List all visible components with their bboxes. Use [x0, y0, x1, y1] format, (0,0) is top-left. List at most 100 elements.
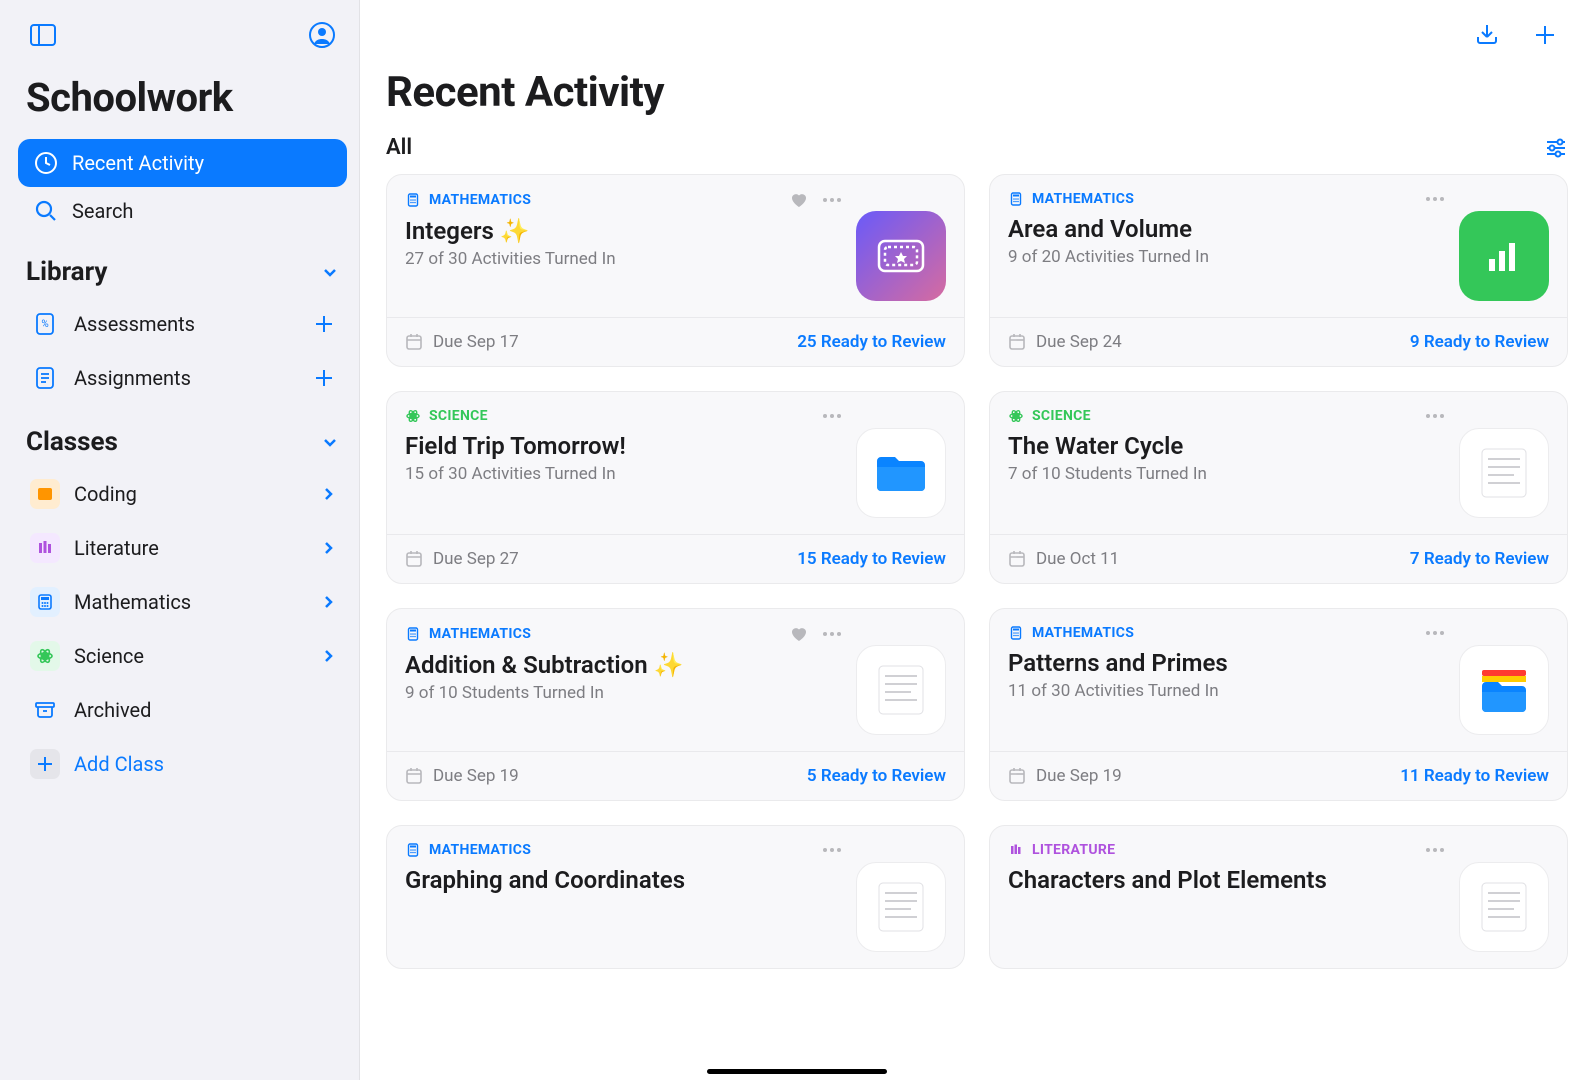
toggle-sidebar-icon[interactable] [26, 18, 60, 52]
card-body: MATHEMATICS Graphing and Coordinates [387, 826, 964, 968]
ready-to-review-link[interactable]: 25 Ready to Review [797, 332, 946, 352]
activity-card[interactable]: MATHEMATICS Patterns and Primes 11 of 30… [989, 608, 1568, 801]
ready-to-review-link[interactable]: 7 Ready to Review [1410, 549, 1549, 569]
card-subtitle: 7 of 10 Students Turned In [1008, 464, 1445, 484]
activity-card[interactable]: SCIENCE The Water Cycle 7 of 10 Students… [989, 391, 1568, 584]
nav-label: Recent Activity [72, 151, 204, 175]
due-date: Due Oct 11 [1008, 549, 1119, 569]
classes-section-header[interactable]: Classes [18, 405, 347, 467]
more-icon[interactable] [1425, 847, 1445, 853]
card-subject: MATHEMATICS [405, 625, 842, 643]
favorite-icon[interactable] [790, 191, 808, 209]
literature-icon [30, 533, 60, 563]
card-thumbnail [856, 211, 946, 301]
chevron-right-icon [321, 541, 335, 555]
card-title: Integers ✨ [405, 217, 842, 245]
plus-icon [30, 749, 60, 779]
nav-recent-activity[interactable]: Recent Activity [18, 139, 347, 187]
ready-to-review-link[interactable]: 11 Ready to Review [1400, 766, 1549, 786]
more-icon[interactable] [1425, 196, 1445, 202]
card-thumbnail [1459, 862, 1549, 952]
due-date: Due Sep 19 [405, 766, 519, 786]
library-assignments[interactable]: Assignments [18, 351, 347, 405]
filter-row: All [386, 129, 1568, 174]
due-date: Due Sep 17 [405, 332, 519, 352]
card-thumbnail [1459, 428, 1549, 518]
activity-card[interactable]: SCIENCE Field Trip Tomorrow! 15 of 30 Ac… [386, 391, 965, 584]
card-body: SCIENCE The Water Cycle 7 of 10 Students… [990, 392, 1567, 534]
more-icon[interactable] [1425, 413, 1445, 419]
activity-card[interactable]: MATHEMATICS Addition & Subtraction ✨ 9 o… [386, 608, 965, 801]
calendar-icon [1008, 333, 1026, 351]
calendar-icon [1008, 767, 1026, 785]
due-date: Due Sep 27 [405, 549, 519, 569]
section-title: Classes [26, 427, 118, 457]
card-title: Patterns and Primes [1008, 649, 1445, 677]
page-title: Recent Activity [386, 60, 1568, 129]
add-assessment-icon[interactable] [313, 313, 335, 335]
card-title: Graphing and Coordinates [405, 866, 842, 894]
card-title: Area and Volume [1008, 215, 1445, 243]
main-toolbar [386, 18, 1568, 60]
activity-card[interactable]: MATHEMATICS Graphing and Coordinates [386, 825, 965, 969]
favorite-icon[interactable] [790, 625, 808, 643]
ready-to-review-link[interactable]: 5 Ready to Review [807, 766, 946, 786]
clock-icon [34, 152, 58, 174]
card-subject: LITERATURE [1008, 842, 1445, 858]
ready-to-review-link[interactable]: 15 Ready to Review [797, 549, 946, 569]
card-footer: Due Sep 19 11 Ready to Review [990, 751, 1567, 800]
class-mathematics[interactable]: Mathematics [18, 575, 347, 629]
sidebar: Schoolwork Recent Activity Search Librar… [0, 0, 360, 1080]
card-subject: MATHEMATICS [405, 842, 842, 858]
card-subject: MATHEMATICS [1008, 191, 1445, 207]
more-icon[interactable] [822, 413, 842, 419]
activity-card[interactable]: MATHEMATICS Area and Volume 9 of 20 Acti… [989, 174, 1568, 367]
card-subject: SCIENCE [405, 408, 842, 424]
library-item-label: Assessments [74, 312, 195, 336]
class-literature[interactable]: Literature [18, 521, 347, 575]
chevron-down-icon [321, 433, 339, 451]
subject-icon [1008, 191, 1024, 207]
add-assignment-icon[interactable] [313, 367, 335, 389]
library-item-label: Assignments [74, 366, 191, 390]
card-thumbnail [1459, 645, 1549, 735]
svg-text:%: % [41, 319, 48, 330]
class-coding[interactable]: Coding [18, 467, 347, 521]
activity-card[interactable]: LITERATURE Characters and Plot Elements [989, 825, 1568, 969]
library-assessments[interactable]: % Assessments [18, 297, 347, 351]
chevron-right-icon [321, 487, 335, 501]
class-archived[interactable]: Archived [18, 683, 347, 737]
search-icon [34, 200, 58, 222]
section-title: Library [26, 257, 107, 287]
card-thumbnail [856, 862, 946, 952]
filter-label: All [386, 135, 412, 160]
more-icon[interactable] [1425, 630, 1445, 636]
science-icon [30, 641, 60, 671]
calendar-icon [405, 333, 423, 351]
more-icon[interactable] [822, 631, 842, 637]
class-label: Literature [74, 536, 159, 560]
class-science[interactable]: Science [18, 629, 347, 683]
coding-icon [30, 479, 60, 509]
subject-icon [405, 842, 421, 858]
profile-icon[interactable] [305, 18, 339, 52]
card-thumbnail [856, 645, 946, 735]
card-subtitle: 11 of 30 Activities Turned In [1008, 681, 1445, 701]
assessments-icon: % [30, 309, 60, 339]
card-title: Addition & Subtraction ✨ [405, 651, 842, 679]
more-icon[interactable] [822, 847, 842, 853]
add-button-icon[interactable] [1528, 18, 1562, 52]
filter-settings-icon[interactable] [1544, 136, 1568, 160]
download-icon[interactable] [1470, 18, 1504, 52]
subject-icon [1008, 408, 1024, 424]
class-label: Mathematics [74, 590, 191, 614]
card-body: LITERATURE Characters and Plot Elements [990, 826, 1567, 968]
activity-card[interactable]: MATHEMATICS Integers ✨ 27 of 30 Activiti… [386, 174, 965, 367]
ready-to-review-link[interactable]: 9 Ready to Review [1410, 332, 1549, 352]
more-icon[interactable] [822, 197, 842, 203]
library-section-header[interactable]: Library [18, 235, 347, 297]
card-thumbnail [856, 428, 946, 518]
nav-search[interactable]: Search [18, 187, 347, 235]
card-footer: Due Sep 19 5 Ready to Review [387, 751, 964, 800]
add-class-button[interactable]: Add Class [18, 737, 347, 791]
